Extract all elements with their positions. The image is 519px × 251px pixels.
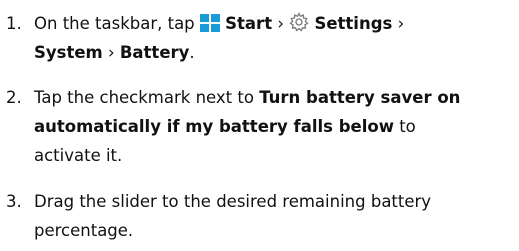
step-number: 2. [6, 88, 22, 107]
step-2-text-cont: to [393, 117, 416, 136]
gear-icon [289, 12, 309, 41]
battery-saver-setting-label-cont: automatically if my battery falls below [34, 117, 394, 136]
step-3-text-end: percentage. [34, 221, 134, 240]
breadcrumb-separator: › [272, 14, 290, 33]
step-number: 3. [6, 192, 22, 211]
system-label: System [34, 43, 103, 62]
instruction-list: 1. On the taskbar, tap Start › Settings … [0, 0, 519, 251]
step-3-text: Drag the slider to the desired remaining… [34, 192, 432, 211]
step-2-intro-text: Tap the checkmark next to [34, 88, 260, 107]
start-label: Start [225, 14, 273, 33]
battery-label: Battery [119, 43, 190, 62]
breadcrumb-separator: › [102, 43, 120, 62]
step-1-intro-text: On the taskbar, tap [34, 14, 200, 33]
breadcrumb-separator: › [392, 14, 405, 33]
battery-saver-setting-label: Turn battery saver on [259, 88, 461, 107]
step-text: On the taskbar, tap Start › Settings › S… [34, 9, 519, 67]
windows-start-icon [199, 12, 220, 41]
step-text: Drag the slider to the desired remaining… [34, 187, 519, 245]
step-text: Tap the checkmark next to Turn battery s… [34, 83, 519, 170]
step-1-period: . [189, 43, 195, 62]
settings-label: Settings [314, 14, 393, 33]
step-number: 1. [6, 14, 22, 33]
step-2-text-end: activate it. [34, 146, 123, 165]
